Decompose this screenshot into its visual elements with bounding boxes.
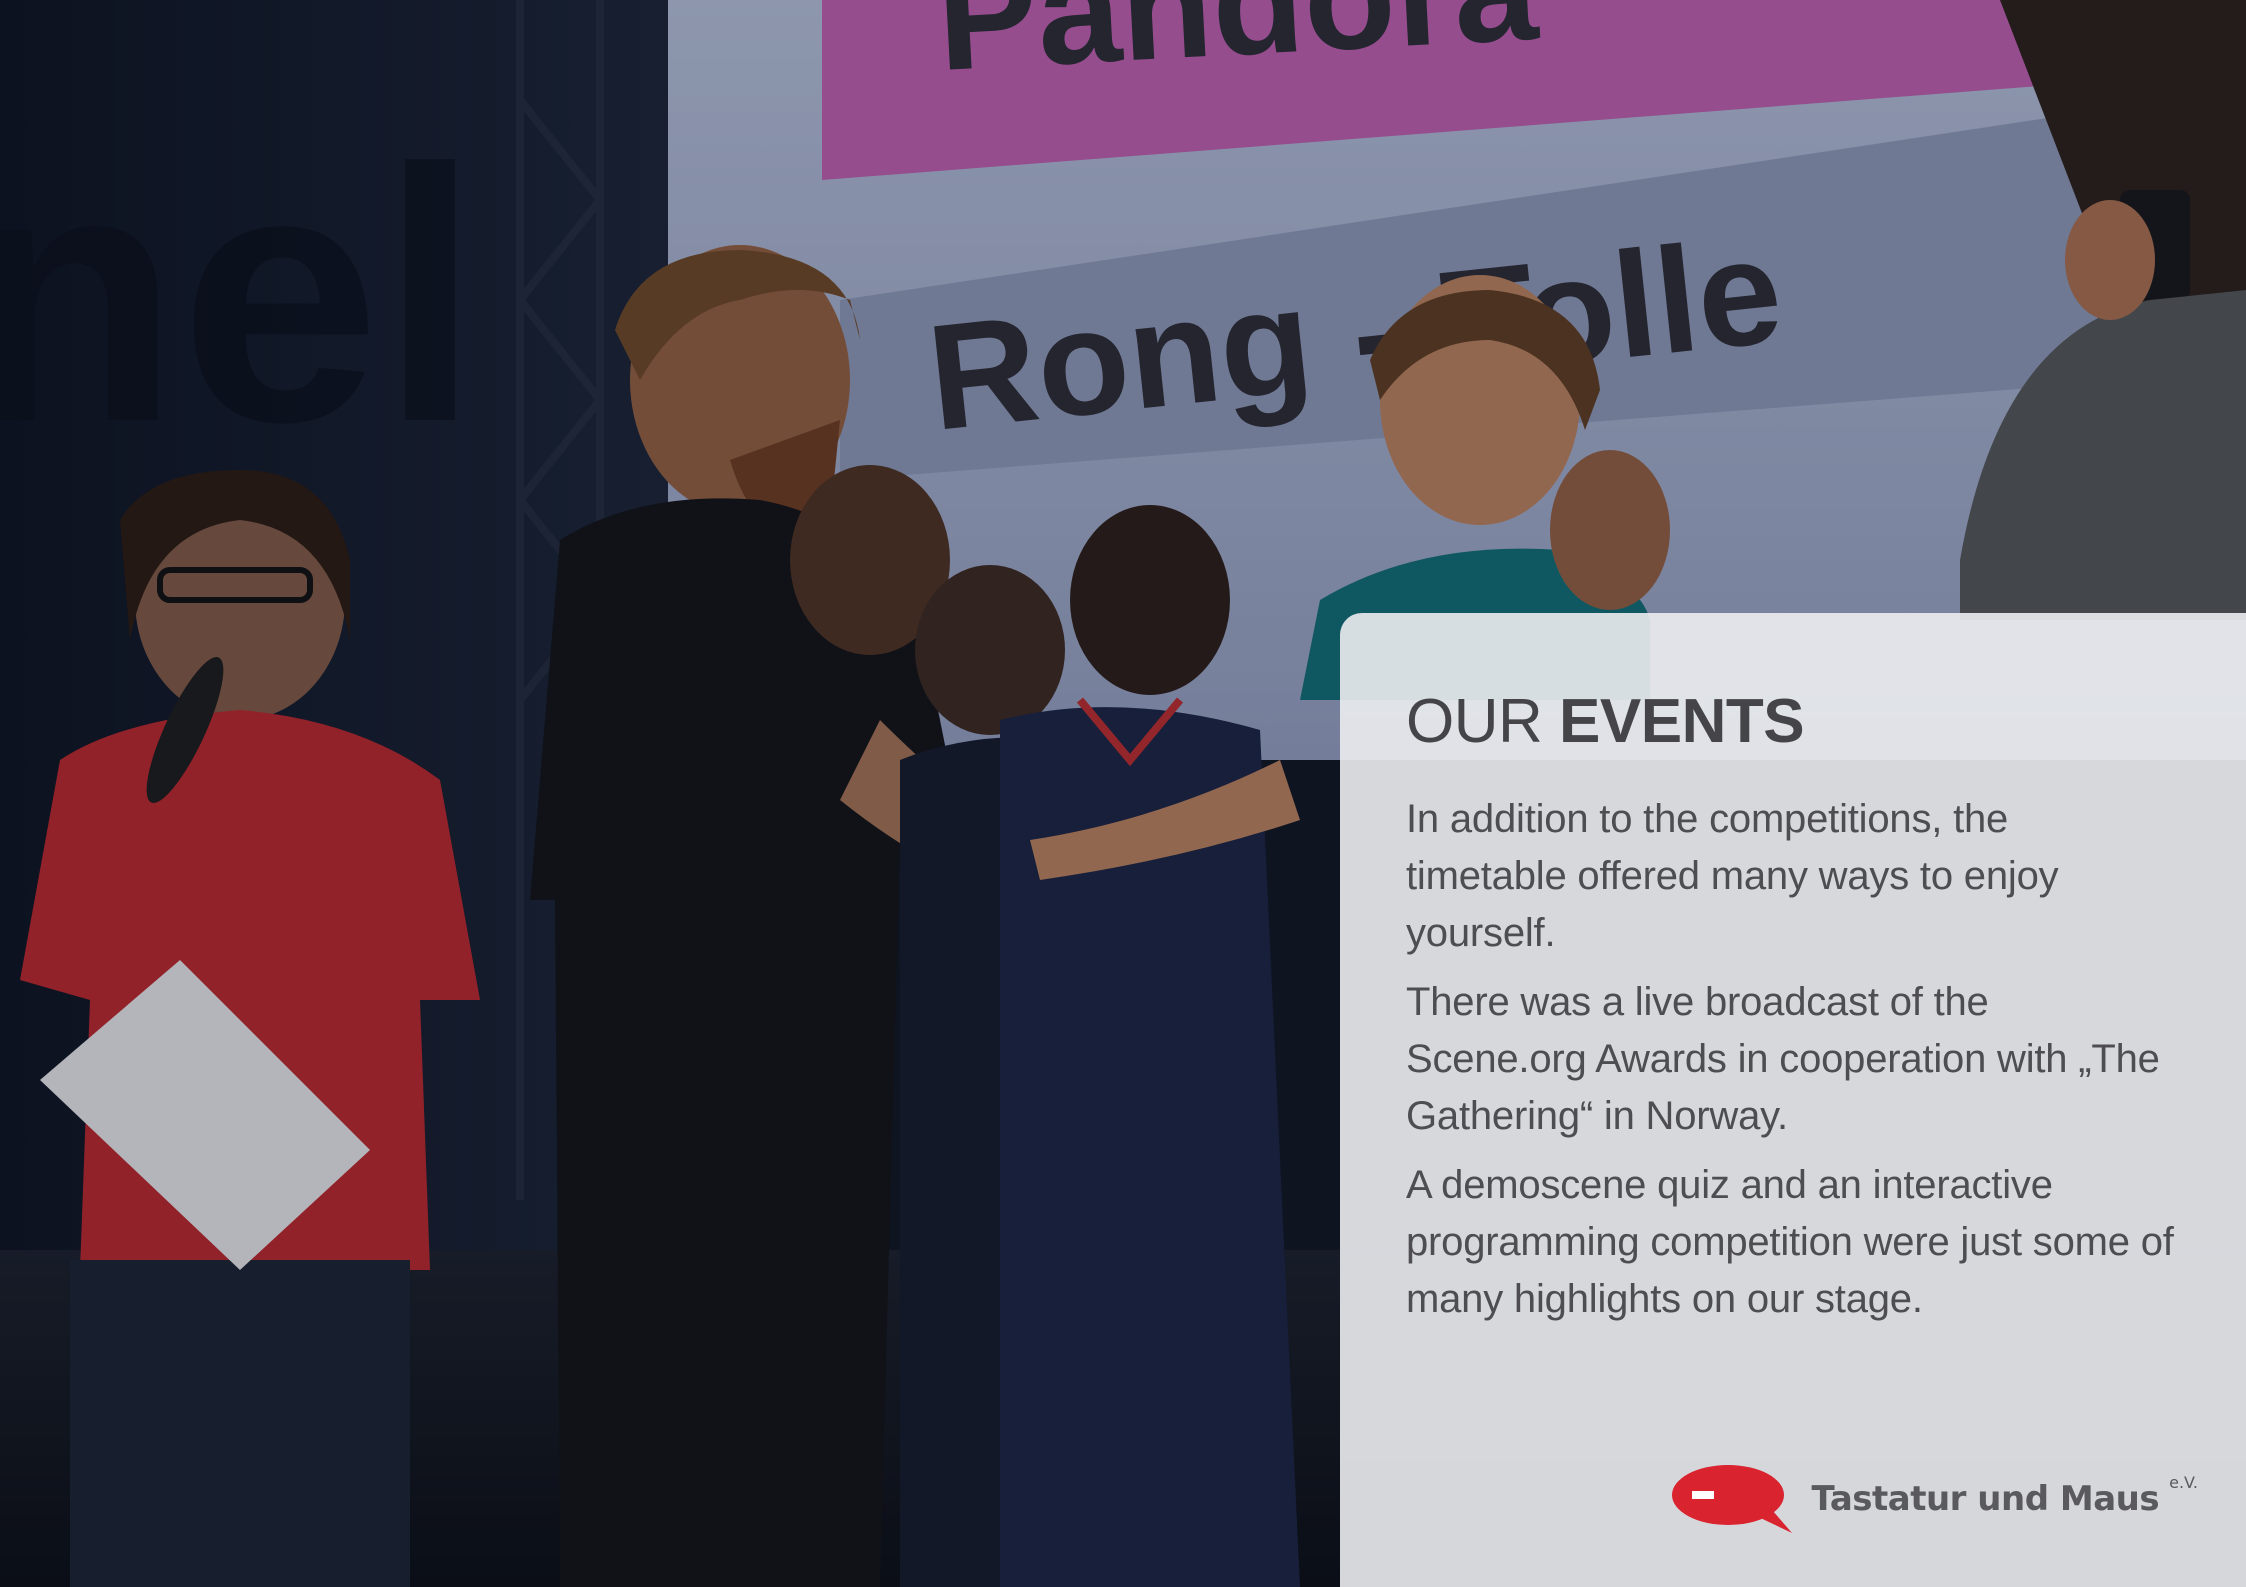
- logo-name: Tastatur und Maus: [1811, 1479, 2160, 1519]
- heading-bold: EVENTS: [1559, 687, 1805, 756]
- speech-bubble-icon: [1671, 1465, 1792, 1533]
- page: nel Pandora Rong - Tolle OUR EVENTS In a…: [0, 0, 2246, 1587]
- events-card: OUR EVENTS In addition to the competitio…: [1340, 613, 2246, 1587]
- paragraph-competitions: In addition to the competitions, the tim…: [1406, 797, 2059, 955]
- logo-suffix: e.V.: [2169, 1473, 2198, 1492]
- paragraph-broadcast: There was a live broadcast of the Scene.…: [1406, 980, 2160, 1138]
- section-heading: OUR EVENTS: [1406, 691, 2176, 753]
- organization-logo: Tastatur und Maus e.V.: [1670, 1463, 2198, 1535]
- heading-light: OUR: [1406, 687, 1543, 756]
- paragraph-quiz: A demoscene quiz and an interactive prog…: [1406, 1163, 2174, 1321]
